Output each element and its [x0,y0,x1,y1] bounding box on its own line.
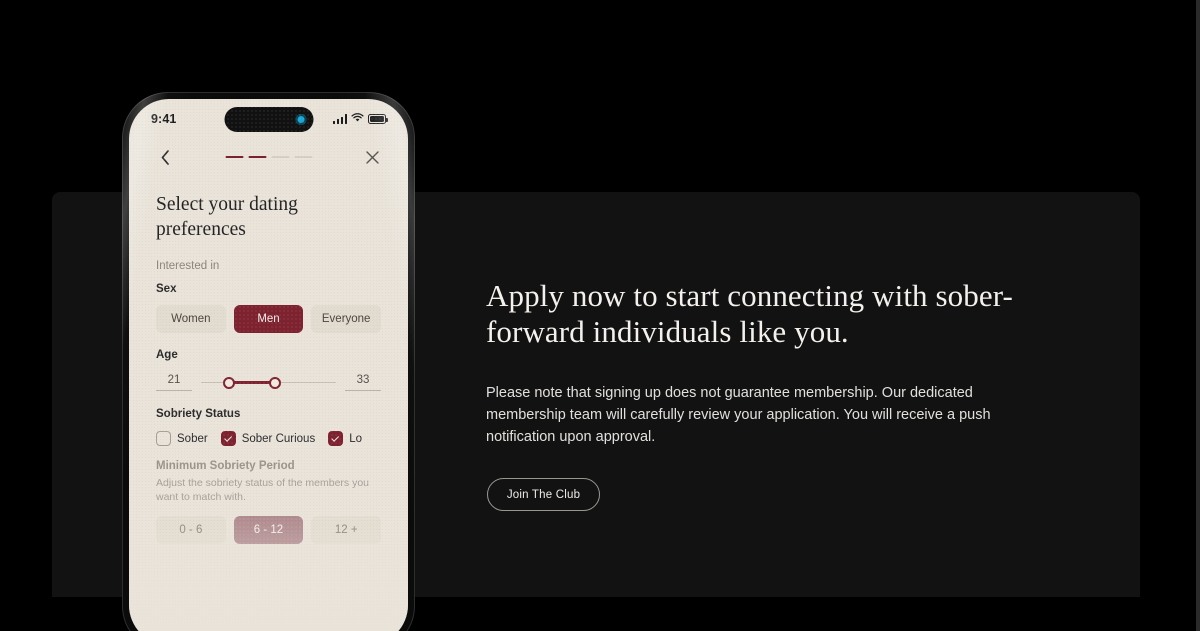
join-the-club-button[interactable]: Join The Club [487,478,600,511]
sex-option-women[interactable]: Women [156,305,226,334]
period-option-6-12[interactable]: 6 - 12 [233,516,304,545]
sobriety-status-options: Sober Sober Curious Lo [156,431,381,447]
chevron-left-icon[interactable] [156,148,174,166]
slider-handle-max[interactable] [268,376,281,389]
sex-group-label: Sex [156,283,177,296]
status-bar: 9:41 [129,99,408,139]
period-option-0-6[interactable]: 0 - 6 [156,516,226,545]
sex-option-everyone[interactable]: Everyone [311,305,382,334]
preferences-form: Select your dating preferences Intereste… [129,175,408,545]
sobriety-option-sober-curious[interactable]: Sober Curious [220,431,316,447]
minimum-sobriety-period-options: 0 - 6 6 - 12 12 + [156,516,382,545]
age-range-slider[interactable]: 21 33 [156,374,381,392]
sex-option-men[interactable]: Men [233,305,304,334]
sobriety-option-label: Lo [349,432,362,445]
sobriety-option-sober[interactable]: Sober [156,431,208,447]
minimum-sobriety-period-section: Minimum Sobriety Period Adjust the sobri… [156,460,382,545]
age-group-label: Age [156,349,178,362]
checkbox-unchecked-icon[interactable] [156,431,171,447]
age-slider-track[interactable] [201,375,336,391]
minimum-sobriety-period-description: Adjust the sobriety status of the member… [156,477,370,504]
battery-full-icon [368,114,388,124]
age-max-value: 33 [345,374,381,392]
age-min-value: 21 [156,374,192,392]
status-icons [332,110,388,128]
sex-options: Women Men Everyone [156,305,382,334]
screen-title: Select your dating preferences [156,194,298,240]
minimum-sobriety-period-label: Minimum Sobriety Period [156,460,295,473]
close-x-icon[interactable] [363,148,381,166]
checkbox-checked-icon[interactable] [220,431,236,447]
cellular-bars-icon [332,114,347,124]
sobriety-option-label: Sober Curious [241,432,316,445]
marketing-copy: Apply now to start connecting with sober… [486,278,1046,449]
slider-handle-min[interactable] [222,376,235,389]
page-headline: Apply now to start connecting with sober… [486,278,1013,350]
step-progress-indicator [225,155,312,159]
period-option-12-plus[interactable]: 12 + [311,516,382,545]
phone-screen: 9:41 Select your dating preferences Inte… [129,99,408,631]
dynamic-island [224,107,313,132]
page-right-edge [1196,0,1200,631]
screen-nav-bar [129,139,408,175]
sobriety-option-long-term[interactable]: Lo [328,431,362,447]
phone-mockup: 9:41 Select your dating preferences Inte… [122,92,415,631]
status-time: 9:41 [151,112,177,126]
sobriety-option-label: Sober [177,432,208,445]
page-body-text: Please note that signing up does not gua… [486,384,991,446]
wifi-icon [351,110,364,128]
checkbox-checked-icon[interactable] [328,431,344,447]
sobriety-status-label: Sobriety Status [156,408,241,421]
interested-in-label: Interested in [156,260,220,273]
camera-indicator-dot [295,114,306,125]
